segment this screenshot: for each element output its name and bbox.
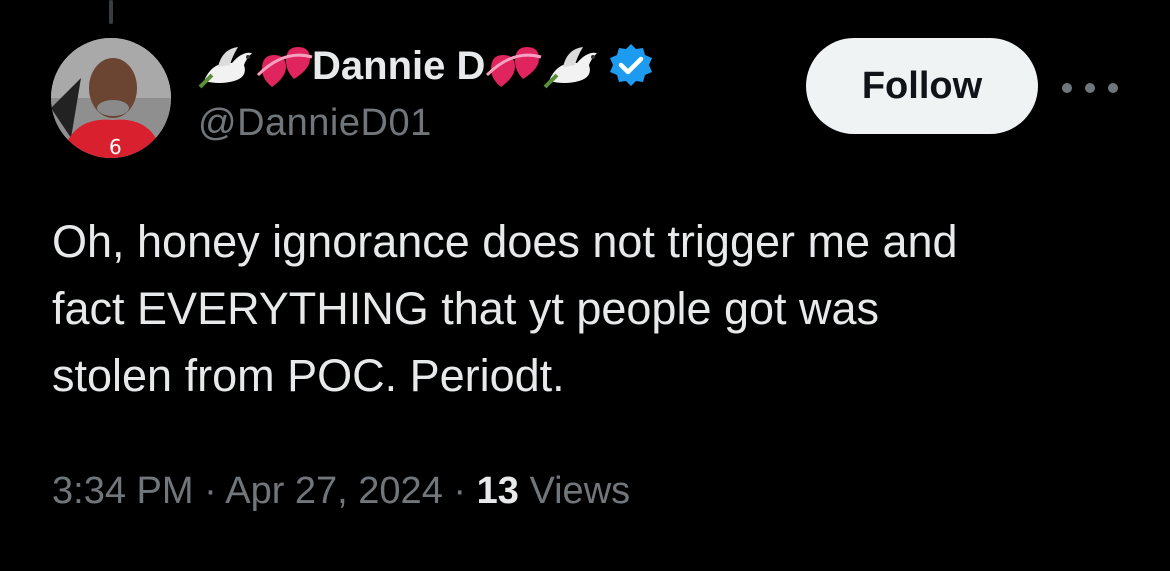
tweet-date[interactable]: Apr 27, 2024 xyxy=(225,470,443,512)
tweet-header: Dannie D @DannieD01 xyxy=(198,36,655,146)
svg-text:6: 6 xyxy=(109,135,122,158)
verified-badge-icon[interactable] xyxy=(607,42,655,90)
thread-connector-line xyxy=(109,0,113,24)
views-label: Views xyxy=(529,470,631,512)
tweet-text: Oh, honey ignorance does not trigger me … xyxy=(52,208,1132,409)
meta-separator: · xyxy=(204,470,217,512)
meta-separator: · xyxy=(453,470,467,512)
author-name-row[interactable]: Dannie D xyxy=(198,36,655,96)
more-icon[interactable] xyxy=(1062,70,1118,106)
follow-button[interactable]: Follow xyxy=(806,38,1038,134)
avatar[interactable]: 6 xyxy=(51,38,171,158)
tweet-text-line: Oh, honey ignorance does not trigger me … xyxy=(52,216,958,267)
author-handle[interactable]: @DannieD01 xyxy=(198,102,655,145)
author-display-name[interactable]: Dannie D xyxy=(312,44,485,89)
tweet-text-line: fact EVERYTHING that yt people got was xyxy=(52,283,880,334)
heart-icon xyxy=(256,41,314,91)
dove-icon xyxy=(198,41,256,91)
tweet-meta: 3:34 PM · Apr 27, 2024 · 13 Views xyxy=(52,470,630,513)
more-dot xyxy=(1085,83,1095,93)
heart-icon xyxy=(485,41,543,91)
tweet-time[interactable]: 3:34 PM xyxy=(52,470,194,512)
dove-icon xyxy=(543,41,601,91)
more-dot xyxy=(1108,83,1118,93)
more-dot xyxy=(1062,83,1072,93)
views-count: 13 xyxy=(476,470,519,512)
avatar-image: 6 xyxy=(51,38,171,158)
tweet-text-line: stolen from POC. Periodt. xyxy=(52,350,565,401)
